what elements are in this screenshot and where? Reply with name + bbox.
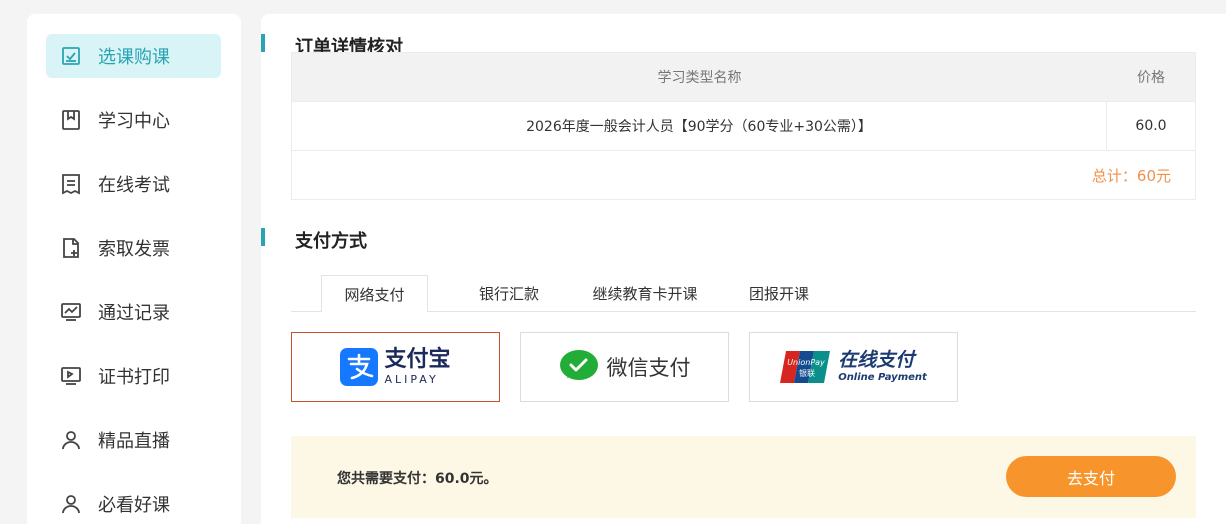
sidebar-item-label: 在线考试 <box>98 175 170 196</box>
sidebar-item-pass-record[interactable]: 通过记录 <box>46 290 221 334</box>
pay-button[interactable]: 去支付 <box>1006 456 1176 497</box>
sidebar-item-must-watch[interactable]: 必看好课 <box>46 482 221 524</box>
column-header-price: 价格 <box>1107 53 1195 101</box>
tab-education-card[interactable]: 继续教育卡开课 <box>581 275 709 312</box>
alipay-label: 支付宝 <box>384 347 451 372</box>
table-total-row: 总计：60元 <box>292 151 1195 199</box>
unionpay-sublabel: Online Payment <box>838 372 927 383</box>
tab-group-enroll[interactable]: 团报开课 <box>737 275 821 312</box>
sidebar-item-certificate-print[interactable]: 证书打印 <box>46 354 221 398</box>
bookmark-icon <box>60 109 82 131</box>
sidebar-item-label: 必看好课 <box>98 495 170 516</box>
wechat-label: 微信支付 <box>606 356 691 380</box>
user-icon <box>60 493 82 515</box>
payment-summary-bar: 您共需要支付：60.0元。 去支付 <box>291 436 1196 518</box>
sidebar-item-label: 学习中心 <box>98 111 170 132</box>
unionpay-option[interactable]: UnionPay 银联 在线支付 Online Payment <box>749 332 958 402</box>
user-icon <box>60 429 82 451</box>
payment-section-title: 支付方式 <box>295 231 367 252</box>
course-name-cell: 2026年度一般会计人员【90学分（60专业+30公需）】 <box>292 102 1107 150</box>
tab-online-payment[interactable]: 网络支付 <box>321 275 428 313</box>
payment-summary-text: 您共需要支付：60.0元。 <box>337 471 498 487</box>
sidebar-item-learning-center[interactable]: 学习中心 <box>46 98 221 142</box>
sidebar-item-label: 精品直播 <box>98 431 170 452</box>
monitor-icon <box>60 365 82 387</box>
sidebar-item-label: 证书打印 <box>98 367 170 388</box>
alipay-logo-icon <box>340 348 379 386</box>
table-header-row: 学习类型名称 价格 <box>292 53 1195 102</box>
sidebar-item-online-exam[interactable]: 在线考试 <box>46 162 221 206</box>
svg-text:UnionPay: UnionPay <box>787 358 825 367</box>
total-amount: 总计：60元 <box>1091 166 1171 185</box>
chart-icon <box>60 301 82 323</box>
sidebar-item-live[interactable]: 精品直播 <box>46 418 221 462</box>
unionpay-logo-icon: UnionPay 银联 <box>780 351 831 383</box>
sidebar-item-label: 通过记录 <box>98 303 170 324</box>
sidebar-item-label: 选课购课 <box>98 47 170 68</box>
payment-tabs: 网络支付 银行汇款 继续教育卡开课 团报开课 <box>291 275 1196 313</box>
alipay-sublabel: ALIPAY <box>384 373 439 386</box>
course-price-cell: 60.0 <box>1135 118 1167 134</box>
alipay-option[interactable]: 支付宝 ALIPAY <box>291 332 500 402</box>
wechat-logo-icon <box>559 350 598 380</box>
section-accent-bar <box>261 228 265 246</box>
tab-bank-transfer[interactable]: 银行汇款 <box>463 275 555 312</box>
unionpay-label: 在线支付 <box>838 349 915 371</box>
table-row: 2026年度一般会计人员【90学分（60专业+30公需）】 60.0 <box>292 102 1195 151</box>
main-panel: 订单详情核对 学习类型名称 价格 2026年度一般会计人员【90学分（60专业+… <box>261 14 1226 524</box>
sidebar: 选课购课 学习中心 在线考试 索取发票 通过记录 证书打印 精品直播 必看好课 <box>27 14 241 524</box>
svg-text:银联: 银联 <box>799 368 815 378</box>
file-add-icon <box>60 237 82 259</box>
section-accent-bar <box>261 34 265 52</box>
order-table: 学习类型名称 价格 2026年度一般会计人员【90学分（60专业+30公需）】 … <box>291 52 1196 200</box>
sidebar-item-course-purchase[interactable]: 选课购课 <box>46 34 221 78</box>
checkbox-icon <box>60 45 82 67</box>
column-header-name: 学习类型名称 <box>292 53 1107 101</box>
receipt-icon <box>60 173 82 195</box>
sidebar-item-label: 索取发票 <box>98 239 170 260</box>
wechat-pay-option[interactable]: 微信支付 <box>520 332 729 402</box>
sidebar-item-invoice[interactable]: 索取发票 <box>46 226 221 270</box>
